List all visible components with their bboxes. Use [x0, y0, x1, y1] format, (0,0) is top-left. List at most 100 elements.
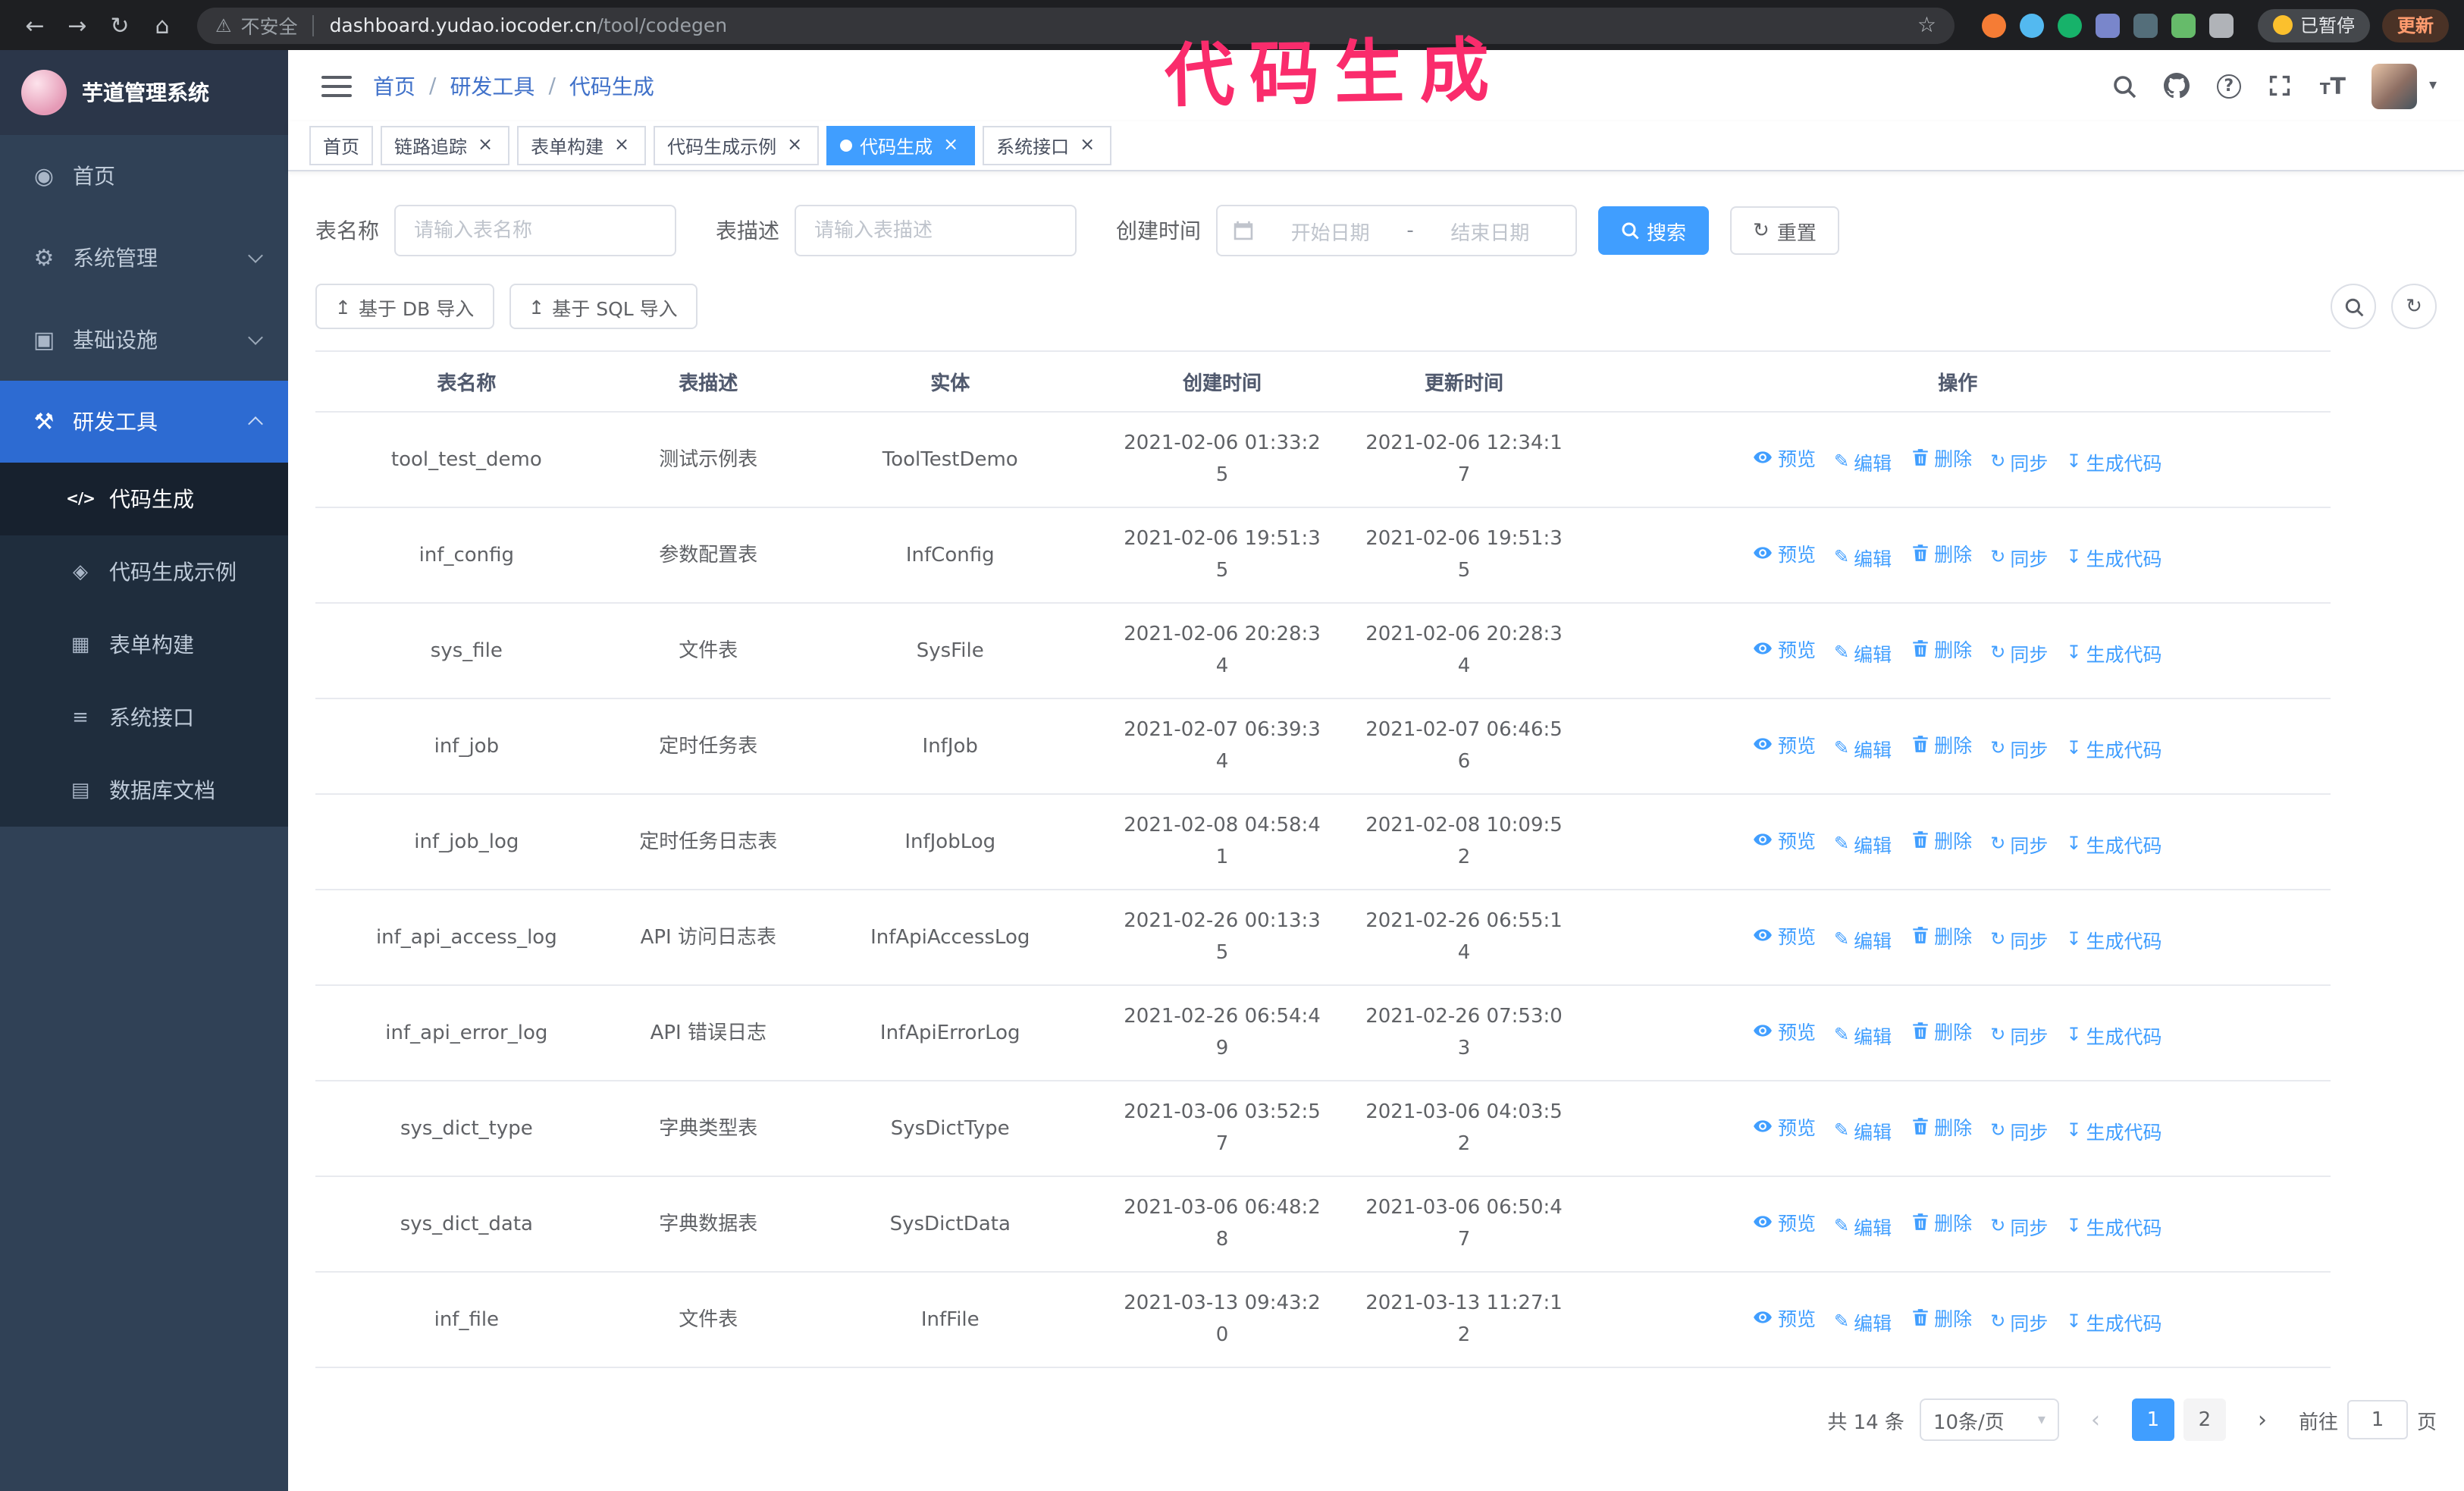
extension-icon[interactable]	[2133, 13, 2158, 37]
action-preview-link[interactable]: 预览	[1754, 1113, 1816, 1141]
action-preview-link[interactable]: 预览	[1754, 1017, 1816, 1046]
action-sync-link[interactable]: ↻ 同步	[1990, 1116, 2048, 1145]
action-edit-link[interactable]: ✎ 编辑	[1834, 1021, 1892, 1050]
sidebar-item-home[interactable]: ◉ 首页	[0, 135, 288, 217]
action-generate-link[interactable]: ↧ 生成代码	[2066, 1212, 2161, 1241]
tab-codegen-example[interactable]: 代码生成示例 ×	[654, 126, 820, 165]
breadcrumb-item[interactable]: 代码生成	[569, 71, 654, 101]
action-edit-link[interactable]: ✎ 编辑	[1834, 830, 1892, 859]
extension-icon[interactable]	[2095, 13, 2120, 37]
browser-home-icon[interactable]: ⌂	[143, 11, 182, 39]
action-sync-link[interactable]: ↻ 同步	[1990, 639, 2048, 667]
next-page-button[interactable]: ›	[2241, 1398, 2284, 1441]
update-button[interactable]: 更新	[2381, 8, 2449, 42]
github-icon[interactable]	[2164, 72, 2191, 99]
sidebar-item-system[interactable]: ⚙ 系统管理	[0, 217, 288, 299]
action-sync-link[interactable]: ↻ 同步	[1990, 925, 2048, 954]
prev-page-button[interactable]: ‹	[2074, 1398, 2117, 1441]
action-delete-link[interactable]: 删除	[1910, 539, 1972, 568]
action-sync-link[interactable]: ↻ 同步	[1990, 543, 2048, 572]
action-edit-link[interactable]: ✎ 编辑	[1834, 543, 1892, 572]
search-button[interactable]: 搜索	[1598, 206, 1710, 255]
back-icon[interactable]: ←	[15, 11, 55, 39]
table-desc-input[interactable]	[795, 205, 1077, 256]
action-sync-link[interactable]: ↻ 同步	[1990, 1212, 2048, 1241]
import-sql-button[interactable]: ↥ 基于 SQL 导入	[509, 284, 698, 329]
page-size-select[interactable]: 10条/页 ▾	[1919, 1398, 2059, 1441]
breadcrumb-item[interactable]: 研发工具	[450, 71, 534, 101]
action-edit-link[interactable]: ✎ 编辑	[1834, 1307, 1892, 1336]
sidebar-item-db-doc[interactable]: ▤ 数据库文档	[0, 754, 288, 827]
sidebar-item-codegen-example[interactable]: ◈ 代码生成示例	[0, 535, 288, 608]
sidebar-item-codegen[interactable]: </> 代码生成	[0, 463, 288, 535]
tab-close-icon[interactable]: ×	[611, 135, 632, 156]
tab-close-icon[interactable]: ×	[1077, 135, 1098, 156]
action-generate-link[interactable]: ↧ 生成代码	[2066, 1021, 2161, 1050]
puzzle-extension-icon[interactable]	[2209, 13, 2234, 37]
tab-close-icon[interactable]: ×	[784, 135, 805, 156]
toggle-search-button[interactable]	[2331, 284, 2376, 329]
tab-form-builder[interactable]: 表单构建 ×	[517, 126, 647, 165]
tab-system-api[interactable]: 系统接口 ×	[983, 126, 1112, 165]
date-range-picker[interactable]: 开始日期 - 结束日期	[1216, 205, 1577, 256]
action-delete-link[interactable]: 删除	[1910, 1017, 1972, 1046]
action-preview-link[interactable]: 预览	[1754, 730, 1816, 759]
reset-button[interactable]: ↻ 重置	[1730, 206, 1839, 255]
action-delete-link[interactable]: 删除	[1910, 1113, 1972, 1141]
action-preview-link[interactable]: 预览	[1754, 921, 1816, 950]
action-preview-link[interactable]: 预览	[1754, 539, 1816, 568]
action-sync-link[interactable]: ↻ 同步	[1990, 1021, 2048, 1050]
action-generate-link[interactable]: ↧ 生成代码	[2066, 734, 2161, 763]
action-delete-link[interactable]: 删除	[1910, 730, 1972, 759]
collapse-sidebar-icon[interactable]	[321, 75, 352, 96]
bookmark-star-icon[interactable]: ☆	[1917, 13, 1936, 37]
help-icon[interactable]: ?	[2216, 74, 2241, 98]
action-generate-link[interactable]: ↧ 生成代码	[2066, 925, 2161, 954]
action-delete-link[interactable]: 删除	[1910, 444, 1972, 472]
action-generate-link[interactable]: ↧ 生成代码	[2066, 447, 2161, 476]
page-button-1[interactable]: 1	[2131, 1398, 2174, 1441]
action-edit-link[interactable]: ✎ 编辑	[1834, 639, 1892, 667]
action-preview-link[interactable]: 预览	[1754, 1304, 1816, 1332]
font-size-icon[interactable]: TT	[2320, 72, 2346, 99]
user-avatar[interactable]	[2371, 63, 2417, 108]
action-preview-link[interactable]: 预览	[1754, 444, 1816, 472]
action-delete-link[interactable]: 删除	[1910, 1208, 1972, 1237]
action-delete-link[interactable]: 删除	[1910, 826, 1972, 855]
action-generate-link[interactable]: ↧ 生成代码	[2066, 1116, 2161, 1145]
sidebar-item-infra[interactable]: ▣ 基础设施	[0, 299, 288, 381]
action-delete-link[interactable]: 删除	[1910, 635, 1972, 664]
action-sync-link[interactable]: ↻ 同步	[1990, 830, 2048, 859]
tab-codegen[interactable]: 代码生成 ×	[826, 126, 976, 165]
extension-icon[interactable]	[2057, 13, 2082, 37]
action-edit-link[interactable]: ✎ 编辑	[1834, 734, 1892, 763]
action-sync-link[interactable]: ↻ 同步	[1990, 734, 2048, 763]
extension-icon[interactable]	[1981, 13, 2006, 37]
tab-tracing[interactable]: 链路追踪 ×	[381, 126, 510, 165]
sidebar-item-devtools[interactable]: ⚒ 研发工具	[0, 381, 288, 463]
action-generate-link[interactable]: ↧ 生成代码	[2066, 830, 2161, 859]
action-generate-link[interactable]: ↧ 生成代码	[2066, 543, 2161, 572]
reload-icon[interactable]: ↻	[100, 11, 140, 39]
action-sync-link[interactable]: ↻ 同步	[1990, 447, 2048, 476]
page-button-2[interactable]: 2	[2183, 1398, 2226, 1441]
breadcrumb-item[interactable]: 首页	[373, 71, 415, 101]
extension-icon[interactable]	[2019, 13, 2044, 37]
tab-close-icon[interactable]: ×	[940, 135, 961, 156]
action-edit-link[interactable]: ✎ 编辑	[1834, 1212, 1892, 1241]
action-preview-link[interactable]: 预览	[1754, 635, 1816, 664]
extension-icon[interactable]	[2171, 13, 2196, 37]
action-generate-link[interactable]: ↧ 生成代码	[2066, 639, 2161, 667]
action-delete-link[interactable]: 删除	[1910, 1304, 1972, 1332]
refresh-button[interactable]: ↻	[2391, 284, 2437, 329]
logo[interactable]: 芋道管理系统	[0, 50, 288, 135]
import-db-button[interactable]: ↥ 基于 DB 导入	[315, 284, 494, 329]
action-edit-link[interactable]: ✎ 编辑	[1834, 1116, 1892, 1145]
action-delete-link[interactable]: 删除	[1910, 921, 1972, 950]
action-generate-link[interactable]: ↧ 生成代码	[2066, 1307, 2161, 1336]
goto-page-input[interactable]	[2346, 1400, 2408, 1439]
tab-home[interactable]: 首页	[309, 126, 374, 165]
action-sync-link[interactable]: ↻ 同步	[1990, 1307, 2048, 1336]
tab-close-icon[interactable]: ×	[475, 135, 496, 156]
sidebar-item-system-api[interactable]: ≡ 系统接口	[0, 681, 288, 754]
